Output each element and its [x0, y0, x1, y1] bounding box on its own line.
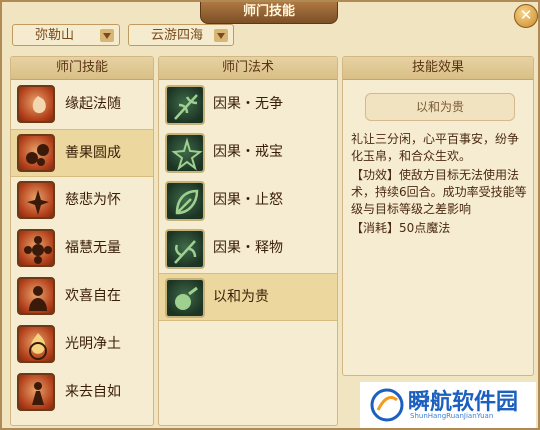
watermark-logo: 瞬航软件园 ShunHangRuanJianYuan [360, 382, 536, 428]
skill-label: 慈悲为怀 [65, 192, 121, 208]
sect-dropdown-value: 弥勒山 [35, 28, 75, 43]
skill-label: 福慧无量 [65, 240, 121, 256]
effect-title: 以和为贵 [365, 93, 515, 121]
skill-item[interactable]: 欢喜自在 [11, 273, 153, 321]
method-item[interactable]: 以和为贵 [159, 273, 337, 321]
figure-icon [17, 373, 55, 411]
skill-item[interactable]: 善果圆成 [11, 129, 153, 177]
branch-icon [165, 85, 205, 125]
method-label: 因果・释物 [213, 240, 283, 256]
effect-header: 技能效果 [343, 57, 533, 80]
effect-line: 礼让三分闲，心平百事安，纷争化玉帛，和合众生欢。 [351, 132, 520, 163]
effect-line: 【消耗】50点魔法 [351, 221, 451, 235]
method-item[interactable]: 因果・释物 [159, 225, 337, 273]
lotus-icon [17, 181, 55, 219]
leaf-icon [165, 181, 205, 221]
methods-panel: 师门法术 因果・无争因果・戒宝因果・止怒因果・释物以和为贵 [158, 56, 338, 426]
twig-icon [165, 229, 205, 269]
chevron-down-icon [214, 29, 228, 42]
chevron-down-icon [100, 29, 114, 42]
orb-icon [165, 278, 205, 318]
method-label: 因果・止怒 [213, 192, 283, 208]
skill-window: { "window": { "title": "师门技能", "close_la… [0, 0, 540, 430]
star-icon [165, 133, 205, 173]
effect-panel: 技能效果 以和为贵 礼让三分闲，心平百事安，纷争化玉帛，和合众生欢。 【功效】使… [342, 56, 534, 376]
incense-icon [17, 85, 55, 123]
skill-item[interactable]: 光明净土 [11, 321, 153, 369]
sect-dropdown[interactable]: 弥勒山 [12, 24, 120, 46]
logo-icon [370, 388, 404, 422]
skill-label: 欢喜自在 [65, 288, 121, 304]
flame-icon [17, 325, 55, 363]
skill-label: 光明净土 [65, 336, 121, 352]
skill-item[interactable]: 缘起法随 [11, 81, 153, 129]
method-item[interactable]: 因果・无争 [159, 81, 337, 129]
buddha-icon [17, 277, 55, 315]
flower-icon [17, 229, 55, 267]
watermark-subtext: ShunHangRuanJianYuan [410, 412, 494, 420]
window-title: 师门技能 [200, 2, 338, 24]
school-dropdown[interactable]: 云游四海 [128, 24, 234, 46]
method-label: 因果・戒宝 [213, 144, 283, 160]
skills-header: 师门技能 [11, 57, 153, 80]
skill-item[interactable]: 福慧无量 [11, 225, 153, 273]
title-bar: 师门技能 ✕ [2, 2, 538, 28]
skills-panel: 师门技能 缘起法随善果圆成慈悲为怀福慧无量欢喜自在光明净土来去自如 [10, 56, 154, 426]
effect-line: 【功效】使敌方目标无法使用法术，持续6回合。成功率受技能等级与目标等级之差影响 [351, 168, 527, 216]
skill-label: 缘起法随 [65, 96, 121, 112]
school-dropdown-value: 云游四海 [151, 28, 204, 43]
skill-item[interactable]: 来去自如 [11, 369, 153, 417]
fruit-icon [17, 134, 55, 172]
methods-header: 师门法术 [159, 57, 337, 80]
close-button[interactable]: ✕ [514, 4, 538, 28]
skill-item[interactable]: 慈悲为怀 [11, 177, 153, 225]
skill-label: 善果圆成 [65, 145, 121, 161]
method-label: 以和为贵 [213, 289, 269, 305]
method-item[interactable]: 因果・戒宝 [159, 129, 337, 177]
method-label: 因果・无争 [213, 96, 283, 112]
effect-description: 礼让三分闲，心平百事安，纷争化玉帛，和合众生欢。 【功效】使敌方目标无法使用法术… [351, 131, 529, 239]
skill-label: 来去自如 [65, 384, 121, 400]
method-item[interactable]: 因果・止怒 [159, 177, 337, 225]
